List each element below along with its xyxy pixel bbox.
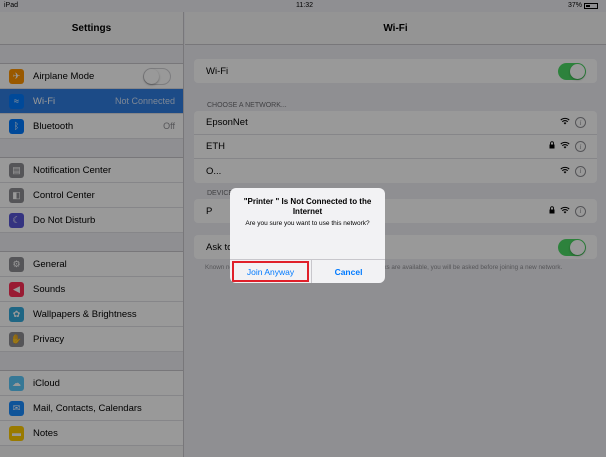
cancel-button[interactable]: Cancel [311,260,385,283]
alert-button-bar: Join Anyway Cancel [230,259,385,283]
alert-message: Are you sure you want to use this networ… [245,219,370,227]
network-alert-dialog: "Printer " Is Not Connected to the Inter… [230,188,385,283]
alert-title: "Printer " Is Not Connected to the Inter… [243,197,372,217]
join-anyway-button[interactable]: Join Anyway [232,261,309,282]
